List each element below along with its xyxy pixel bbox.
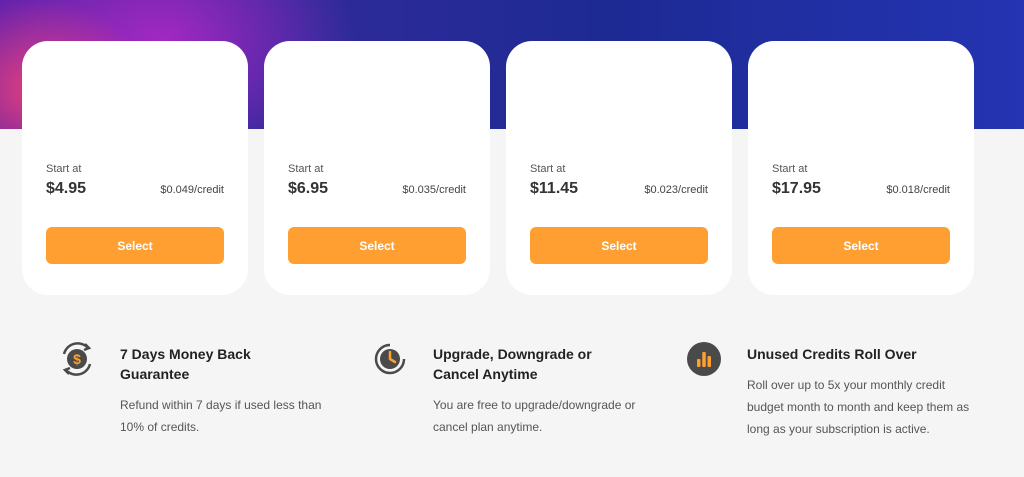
feature-description: Refund within 7 days if used less than 1… xyxy=(120,398,322,434)
feature-title-line: Cancel Anytime xyxy=(433,366,538,382)
feature-title-line: Unused Credits Roll Over xyxy=(747,346,917,362)
plan-card-header: 200 Credits xyxy=(264,41,490,129)
select-plan-100-button[interactable]: Select xyxy=(46,227,224,264)
plan-credit-amount: 500 xyxy=(530,74,572,102)
plan-card-500: 500 Credits Start at $11.45 $0.023/credi… xyxy=(506,41,732,295)
price-per-credit: $0.049/credit xyxy=(160,184,224,196)
plan-price: $6.95 xyxy=(288,180,329,197)
feature-title: 7 Days Money Back Guarantee xyxy=(120,344,340,384)
plan-credit-unit: Credits xyxy=(583,84,625,99)
start-at-label: Start at xyxy=(530,163,566,175)
plan-price: $11.45 xyxy=(530,180,579,197)
plan-credit-amount: 200 xyxy=(288,74,330,102)
feature-title: Unused Credits Roll Over xyxy=(747,344,967,364)
select-plan-200-button[interactable]: Select xyxy=(288,227,466,264)
plan-price: $4.95 xyxy=(46,180,87,197)
plan-credit-unit: Credits xyxy=(840,84,882,99)
plan-card-header: 1000 Credits xyxy=(748,41,974,129)
svg-text:$: $ xyxy=(73,351,81,367)
price-per-credit: $0.023/credit xyxy=(644,184,708,196)
plan-credit-amount: 100 xyxy=(46,74,88,102)
select-plan-500-button[interactable]: Select xyxy=(530,227,708,264)
feature-title-line: Guarantee xyxy=(120,366,190,382)
start-at-label: Start at xyxy=(772,163,808,175)
plan-price: $17.95 xyxy=(772,180,821,197)
price-per-credit: $0.035/credit xyxy=(402,184,466,196)
bar-chart-icon xyxy=(685,340,723,378)
plan-credit-unit: Credits xyxy=(99,84,141,99)
plan-credit-unit: Credits xyxy=(341,84,383,99)
clock-icon xyxy=(371,340,409,378)
feature-title: Upgrade, Downgrade or Cancel Anytime xyxy=(433,344,653,384)
plan-credit-amount: 1000 xyxy=(772,74,828,102)
select-plan-1000-button[interactable]: Select xyxy=(772,227,950,264)
plan-card-header: 100 Credits xyxy=(22,41,248,129)
feature-title-line: Upgrade, Downgrade or xyxy=(433,346,592,362)
start-at-label: Start at xyxy=(288,163,324,175)
feature-description: Roll over up to 5x your monthly credit b… xyxy=(747,378,970,436)
start-at-label: Start at xyxy=(46,163,82,175)
plan-card-1000: 1000 Credits Start at $17.95 $0.018/cred… xyxy=(748,41,974,295)
plan-card-100: 100 Credits Start at $4.95 $0.049/credit… xyxy=(22,41,248,295)
price-per-credit: $0.018/credit xyxy=(886,184,950,196)
plan-card-200: 200 Credits Start at $6.95 $0.035/credit… xyxy=(264,41,490,295)
money-back-icon: $ xyxy=(58,340,96,378)
plan-card-header: 500 Credits xyxy=(506,41,732,129)
feature-title-line: 7 Days Money Back xyxy=(120,346,251,362)
feature-description: You are free to upgrade/downgrade or can… xyxy=(433,398,636,434)
